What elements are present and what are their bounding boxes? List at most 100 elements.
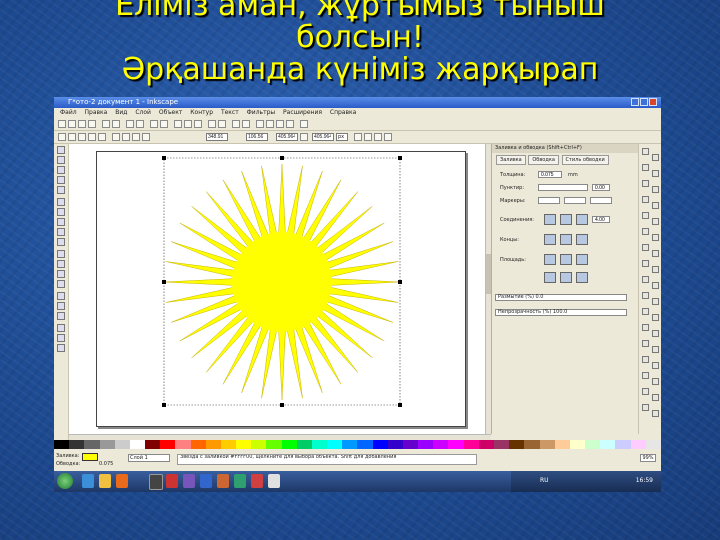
palette-swatch[interactable] — [539, 440, 555, 449]
snap-toggle-icon[interactable] — [642, 228, 649, 235]
square-cap-icon[interactable] — [576, 234, 588, 245]
sun-core[interactable] — [232, 232, 332, 332]
h-field[interactable] — [312, 133, 334, 141]
windows-start-icon[interactable] — [57, 473, 73, 489]
blur-slider[interactable]: Размытие (%) 0.0 — [495, 294, 627, 301]
snap-toggle-icon[interactable] — [652, 346, 659, 353]
flip-h-icon[interactable] — [88, 133, 96, 141]
order-stroke-icon[interactable] — [560, 254, 572, 265]
pencil-tool-icon[interactable] — [57, 250, 65, 258]
tweak-tool-icon[interactable] — [57, 166, 65, 174]
rotate-cw-icon[interactable] — [78, 133, 86, 141]
zoom-tool-icon[interactable] — [57, 176, 65, 184]
taskbar-app-icon[interactable] — [200, 474, 212, 488]
preferences-icon[interactable] — [300, 120, 308, 128]
tab-stroke-paint[interactable]: Обводка — [528, 155, 559, 165]
palette-swatch[interactable] — [99, 440, 115, 449]
snap-toggle-icon[interactable] — [652, 330, 659, 337]
palette-swatch[interactable] — [69, 440, 85, 449]
open-icon[interactable] — [68, 120, 76, 128]
menu-file[interactable]: Файл — [60, 108, 77, 118]
palette-swatch[interactable] — [236, 440, 252, 449]
snap-toggle-icon[interactable] — [642, 292, 649, 299]
x-field[interactable] — [206, 133, 228, 141]
menu-edit[interactable]: Правка — [85, 108, 108, 118]
dash-offset-field[interactable] — [592, 184, 610, 191]
zoom-out-icon[interactable] — [184, 120, 192, 128]
width-unit[interactable]: mm — [568, 172, 578, 178]
menu-filters[interactable]: Фильтры — [247, 108, 275, 118]
menu-extensions[interactable]: Расширения — [283, 108, 322, 118]
redo-icon[interactable] — [136, 120, 144, 128]
dash-select[interactable] — [538, 184, 588, 191]
snap-toggle-icon[interactable] — [642, 340, 649, 347]
align-icon[interactable] — [286, 120, 294, 128]
snap-toggle-icon[interactable] — [642, 180, 649, 187]
fill-stroke-icon[interactable] — [256, 120, 264, 128]
taskbar-app-icon[interactable] — [183, 474, 195, 488]
palette-swatch[interactable] — [220, 440, 237, 449]
snap-toggle-icon[interactable] — [652, 186, 659, 193]
resize-handle-icon[interactable] — [398, 156, 402, 160]
calligraphy-tool-icon[interactable] — [57, 270, 65, 278]
order-markers-fill-icon[interactable] — [576, 272, 588, 283]
palette-swatch[interactable] — [402, 440, 419, 449]
paste-icon[interactable] — [160, 120, 168, 128]
lower-icon[interactable] — [122, 133, 130, 141]
taskbar-app-icon[interactable] — [268, 474, 280, 488]
snap-toggle-icon[interactable] — [652, 410, 659, 417]
palette-swatch[interactable] — [433, 440, 449, 449]
rotate-ccw-icon[interactable] — [68, 133, 76, 141]
to-top-icon[interactable] — [132, 133, 140, 141]
menu-help[interactable]: Справка — [330, 108, 356, 118]
rectangle-tool-icon[interactable] — [57, 198, 65, 206]
text-dialog-icon[interactable] — [266, 120, 274, 128]
snap-toggle-icon[interactable] — [642, 276, 649, 283]
move-gradient-icon[interactable] — [374, 133, 382, 141]
snap-toggle-icon[interactable] — [642, 324, 649, 331]
menu-layer[interactable]: Слой — [135, 108, 151, 118]
selector-tool-icon[interactable] — [57, 146, 65, 154]
3d-box-tool-icon[interactable] — [57, 208, 65, 216]
snap-toggle-icon[interactable] — [652, 394, 659, 401]
width-field[interactable] — [538, 171, 562, 178]
resize-handle-icon[interactable] — [280, 403, 284, 407]
bucket-tool-icon[interactable] — [57, 312, 65, 320]
taskbar-app-icon[interactable] — [251, 474, 263, 488]
maximize-icon[interactable] — [640, 98, 648, 106]
round-join-icon[interactable] — [560, 214, 572, 225]
media-icon[interactable] — [116, 474, 128, 488]
menu-text[interactable]: Текст — [221, 108, 239, 118]
palette-swatch[interactable] — [160, 440, 176, 449]
palette-swatch[interactable] — [357, 440, 373, 449]
language-indicator[interactable]: RU — [540, 477, 549, 484]
resize-handle-icon[interactable] — [162, 403, 166, 407]
palette-swatch[interactable] — [524, 440, 540, 449]
snap-toggle-icon[interactable] — [652, 154, 659, 161]
snap-toggle-icon[interactable] — [652, 266, 659, 273]
star-tool-icon[interactable] — [57, 228, 65, 236]
palette-swatch[interactable] — [342, 440, 358, 449]
snap-toggle-icon[interactable] — [652, 250, 659, 257]
palette-swatch[interactable] — [600, 440, 616, 449]
taskbar-app-icon[interactable] — [234, 474, 246, 488]
ellipse-tool-icon[interactable] — [57, 218, 65, 226]
resize-handle-icon[interactable] — [398, 280, 402, 284]
palette-swatch[interactable] — [54, 440, 70, 449]
palette-swatch[interactable] — [493, 440, 510, 449]
palette-swatch[interactable] — [114, 440, 130, 449]
palette-swatch[interactable] — [372, 440, 388, 449]
resize-handle-icon[interactable] — [162, 156, 166, 160]
lock-icon[interactable] — [300, 133, 308, 141]
palette-swatch[interactable] — [478, 440, 494, 449]
group-icon[interactable] — [232, 120, 240, 128]
palette-swatch[interactable] — [387, 440, 403, 449]
marker-end-select[interactable] — [590, 197, 612, 204]
palette-swatch[interactable] — [296, 440, 312, 449]
snap-toggle-icon[interactable] — [642, 244, 649, 251]
taskbar-app-icon[interactable] — [217, 474, 229, 488]
snap-toggle-icon[interactable] — [652, 282, 659, 289]
scale-corners-icon[interactable] — [364, 133, 372, 141]
tab-fill[interactable]: Заливка — [496, 155, 526, 165]
ungroup-icon[interactable] — [242, 120, 250, 128]
